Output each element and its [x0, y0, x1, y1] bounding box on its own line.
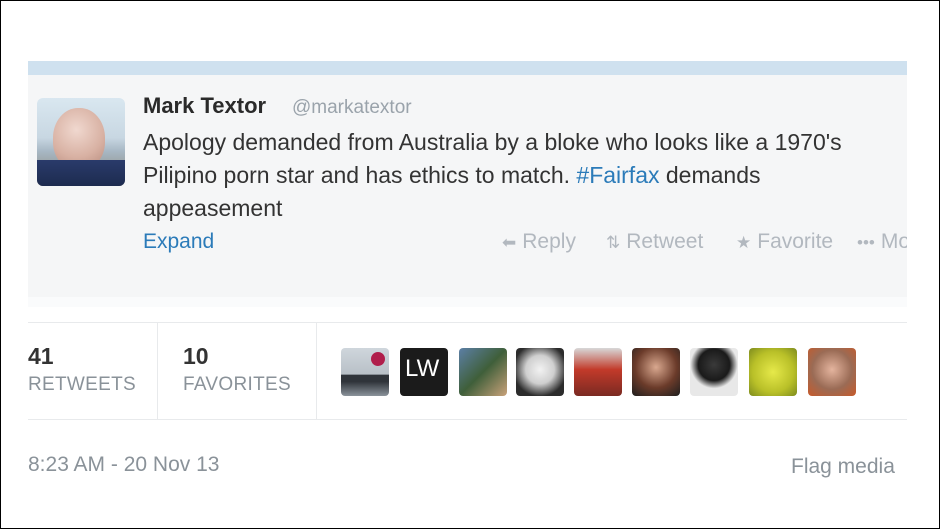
favoriter-avatar[interactable]: [808, 348, 856, 396]
retweet-button[interactable]: ⇅ Retweet: [606, 230, 703, 254]
more-button[interactable]: ••• More: [857, 230, 907, 254]
author-avatar[interactable]: [37, 98, 125, 186]
favorites-stat[interactable]: 10 FAVORITES: [157, 323, 317, 419]
retweets-count: 41: [28, 343, 54, 369]
reply-label: Reply: [522, 230, 576, 253]
favoriter-avatar[interactable]: [341, 348, 389, 396]
expand-link[interactable]: Expand: [143, 230, 214, 254]
tweet-text: Apology demanded from Australia by a blo…: [143, 126, 895, 225]
favoriter-avatar-lw[interactable]: LW: [400, 348, 448, 396]
hashtag-link[interactable]: #Fairfax: [576, 162, 659, 188]
retweets-stat[interactable]: 41 RETWEETS: [28, 323, 158, 419]
previous-tweet-strip: [28, 61, 907, 75]
reply-arrow-icon: ⬅: [502, 233, 517, 252]
author-handle[interactable]: @markatextor: [292, 97, 412, 119]
ellipsis-icon: •••: [857, 233, 875, 252]
favorite-label: Favorite: [757, 230, 834, 253]
author-name[interactable]: Mark Textor: [143, 93, 266, 119]
favorites-label: FAVORITES: [183, 374, 291, 395]
favoriter-avatar[interactable]: [516, 348, 564, 396]
tweet-timestamp[interactable]: 8:23 AM - 20 Nov 13: [28, 453, 219, 477]
star-icon: ★: [736, 233, 752, 252]
retweet-label: Retweet: [626, 230, 704, 253]
more-label: More: [880, 230, 907, 253]
favoriter-avatar[interactable]: [459, 348, 507, 396]
favorites-count: 10: [183, 343, 209, 369]
favoriter-avatar[interactable]: [749, 348, 797, 396]
retweets-label: RETWEETS: [28, 374, 136, 395]
reply-button[interactable]: ⬅ Reply: [502, 230, 576, 254]
retweet-icon: ⇅: [606, 233, 621, 252]
flag-media-link[interactable]: Flag media: [791, 455, 895, 479]
favoriter-avatar[interactable]: [632, 348, 680, 396]
favorite-button[interactable]: ★ Favorite: [736, 230, 833, 254]
lw-logo-text: LW: [405, 355, 440, 382]
badge-icon: [371, 352, 385, 366]
avatar-shirt: [37, 160, 125, 186]
favoriter-avatar[interactable]: [690, 348, 738, 396]
favoriter-avatar[interactable]: [574, 348, 622, 396]
